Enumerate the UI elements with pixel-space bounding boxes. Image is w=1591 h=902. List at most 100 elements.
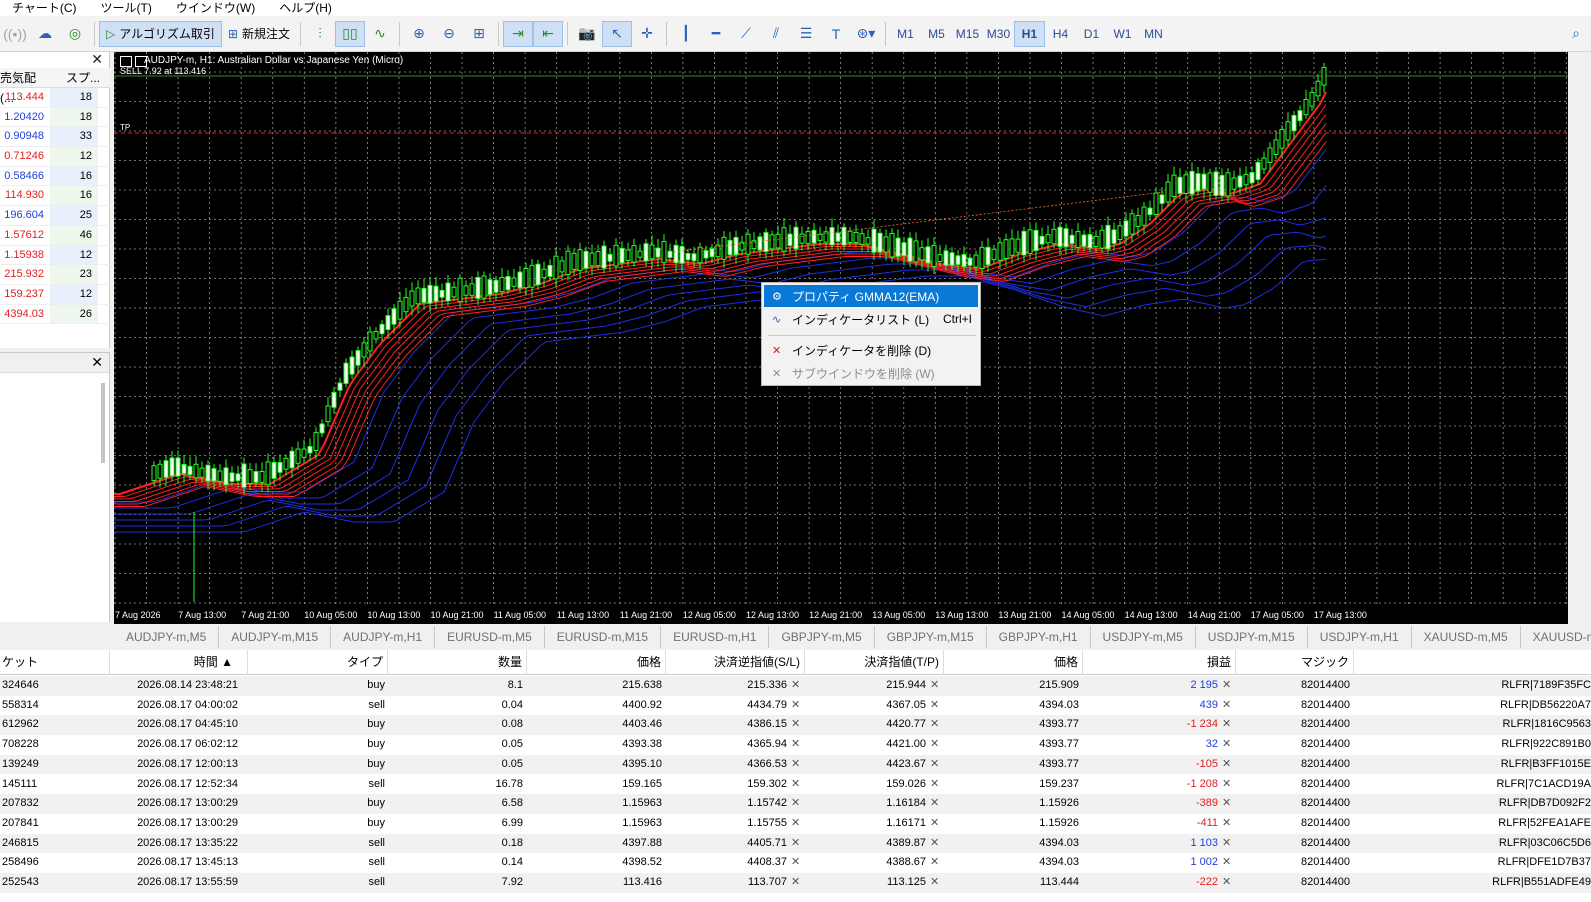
zoom-out-icon[interactable]: ⊖	[434, 21, 464, 47]
shapes-icon[interactable]: ⊛▾	[851, 21, 881, 47]
market-watch-row[interactable]: 4394.03 26	[0, 304, 110, 325]
chart-tab[interactable]: USDJPY-m,H1	[1308, 626, 1412, 648]
column-header[interactable]: 時間 ▲	[110, 650, 248, 675]
new-order-button[interactable]: ⊞ 新規注文	[222, 21, 296, 47]
chart-tab[interactable]: EURUSD-m,H1	[661, 626, 770, 648]
remove-x-icon[interactable]: ✕	[930, 735, 939, 755]
menu-help[interactable]: ヘルプ(H)	[267, 0, 344, 16]
remove-x-icon[interactable]: ✕	[1222, 834, 1231, 854]
trendline-icon[interactable]: ⟋	[731, 21, 761, 47]
chart-tab[interactable]: USDJPY-m,M15	[1196, 626, 1308, 648]
chart-tab[interactable]: USDJPY-m,M5	[1091, 626, 1196, 648]
search-icon[interactable]: ⌕	[1561, 21, 1591, 47]
market-watch-row[interactable]: 215.932 23	[0, 265, 110, 285]
menu-window[interactable]: ウインドウ(W)	[164, 0, 267, 16]
bar-chart-icon[interactable]: ⫶	[305, 21, 335, 47]
market-watch-row[interactable]: 159.237 12	[0, 284, 110, 305]
chart-tab[interactable]: GBPJPY-m,M5	[769, 626, 875, 648]
channel-icon[interactable]: ⫽	[761, 21, 791, 47]
table-row[interactable]: 708228 2026.08.17 06:02:12 buy 0.05 4393.38 4…	[0, 735, 1591, 755]
menu-tools[interactable]: ツール(T)	[89, 0, 164, 16]
column-header[interactable]: 価格	[944, 650, 1083, 675]
column-header[interactable]: ケット	[0, 650, 110, 675]
column-header[interactable]: 決済逆指値(S/L)	[666, 650, 805, 675]
remove-x-icon[interactable]: ✕	[791, 794, 800, 814]
tf-m15[interactable]: M15	[952, 21, 983, 47]
remove-x-icon[interactable]: ✕	[1222, 676, 1231, 696]
remove-x-icon[interactable]: ✕	[791, 814, 800, 834]
remove-x-icon[interactable]: ✕	[1222, 735, 1231, 755]
column-header[interactable]: マジック	[1236, 650, 1354, 675]
chart-tab[interactable]: AUDJPY-m,M15	[219, 626, 332, 648]
remove-x-icon[interactable]: ✕	[930, 676, 939, 696]
remove-x-icon[interactable]: ✕	[791, 676, 800, 696]
market-watch-row[interactable]: 1.57612 46	[0, 225, 110, 246]
tf-m1[interactable]: M1	[890, 21, 921, 47]
chart-tab[interactable]: AUDJPY-m,M5	[114, 626, 220, 648]
table-row[interactable]: 207832 2026.08.17 13:00:29 buy 6.58 1.15963 1…	[0, 794, 1591, 814]
remove-x-icon[interactable]: ✕	[791, 873, 800, 893]
col-spread[interactable]: スプ...	[48, 68, 104, 87]
remove-x-icon[interactable]: ✕	[930, 814, 939, 834]
chart-tab[interactable]: GBPJPY-m,M15	[875, 626, 987, 648]
remove-x-icon[interactable]: ✕	[791, 696, 800, 716]
ctx-indicator-list[interactable]: ∿ インディケータリスト (L) Ctrl+I	[764, 308, 978, 330]
market-watch-row[interactable]: 196.604 25	[0, 206, 110, 226]
market-watch-row[interactable]: 0.71246 12	[0, 147, 110, 167]
fibonacci-icon[interactable]: ☰	[791, 21, 821, 47]
chart-tab[interactable]: XAUUSD-m,M15	[1521, 626, 1591, 648]
vertical-line-icon[interactable]: ┃	[671, 21, 701, 47]
ctx-delete-indicator[interactable]: ✕ インディケータを削除 (D)	[764, 339, 978, 361]
navigator-scrollbar[interactable]	[101, 383, 105, 463]
remove-x-icon[interactable]: ✕	[1222, 814, 1231, 834]
line-chart-icon[interactable]: ∿	[365, 21, 395, 47]
tf-h4[interactable]: H4	[1045, 21, 1076, 47]
remove-x-icon[interactable]: ✕	[791, 735, 800, 755]
remove-x-icon[interactable]: ✕	[930, 873, 939, 893]
column-header[interactable]: 損益	[1083, 650, 1236, 675]
table-row[interactable]: 145111 2026.08.17 12:52:34 sell 16.78 159.16…	[0, 775, 1591, 795]
ctx-properties[interactable]: ⚙ プロパティ GMMA12(EMA)	[764, 285, 978, 307]
screenshot-icon[interactable]: 📷	[572, 21, 602, 47]
remove-x-icon[interactable]: ✕	[1222, 794, 1231, 814]
zoom-in-icon[interactable]: ⊕	[404, 21, 434, 47]
table-row[interactable]: 558314 2026.08.17 04:00:02 sell 0.04 4400.92…	[0, 696, 1591, 716]
table-row[interactable]: 139249 2026.08.17 12:00:13 buy 0.05 4395.10 4…	[0, 754, 1591, 775]
horizontal-line-icon[interactable]: ━	[701, 21, 731, 47]
tf-mn[interactable]: MN	[1138, 21, 1169, 47]
chart-tab[interactable]: XAUUSD-m,M5	[1412, 626, 1521, 648]
remove-x-icon[interactable]: ✕	[930, 696, 939, 716]
remove-x-icon[interactable]: ✕	[930, 794, 939, 814]
remove-x-icon[interactable]: ✕	[791, 834, 800, 854]
chart-tab[interactable]: EURUSD-m,M5	[435, 626, 545, 648]
cloud-icon[interactable]: ☁	[30, 21, 60, 47]
tf-h1[interactable]: H1	[1013, 20, 1045, 47]
remove-x-icon[interactable]: ✕	[791, 755, 800, 775]
remove-x-icon[interactable]: ✕	[791, 853, 800, 873]
market-icon[interactable]: ◎	[60, 21, 90, 47]
column-header[interactable]: 価格	[527, 650, 666, 675]
chart-tab[interactable]: GBPJPY-m,H1	[987, 626, 1091, 648]
remove-x-icon[interactable]: ✕	[791, 775, 800, 795]
table-row[interactable]: 258496 2026.08.17 13:45:13 sell 0.14 4398.52…	[0, 853, 1591, 873]
close-icon[interactable]: ✕	[91, 51, 103, 68]
table-row[interactable]: 207841 2026.08.17 13:00:29 buy 6.99 1.15963 1…	[0, 814, 1591, 834]
market-watch-row[interactable]: 0.90948 33	[0, 127, 110, 148]
market-watch-row[interactable]: 1.20420 18	[0, 107, 110, 128]
col-bid[interactable]: 売気配(...	[0, 68, 48, 105]
remove-x-icon[interactable]: ✕	[930, 755, 939, 775]
text-tool-icon[interactable]: T	[821, 21, 851, 47]
tf-m5[interactable]: M5	[921, 21, 952, 47]
tf-d1[interactable]: D1	[1076, 21, 1107, 47]
remove-x-icon[interactable]: ✕	[1222, 853, 1231, 873]
table-row[interactable]: 612962 2026.08.17 04:45:10 buy 0.08 4403.46 4…	[0, 715, 1591, 736]
remove-x-icon[interactable]: ✕	[930, 853, 939, 873]
remove-x-icon[interactable]: ✕	[791, 715, 800, 735]
chart-tab[interactable]: AUDJPY-m,H1	[331, 626, 436, 648]
menu-chart[interactable]: チャート(C)	[0, 0, 89, 16]
remove-x-icon[interactable]: ✕	[930, 834, 939, 854]
market-watch-row[interactable]: 0.58466 16	[0, 166, 110, 187]
market-watch-row[interactable]: 114.930 16	[0, 186, 110, 207]
tf-w1[interactable]: W1	[1107, 21, 1138, 47]
column-header[interactable]: 決済指値(T/P)	[805, 650, 944, 675]
